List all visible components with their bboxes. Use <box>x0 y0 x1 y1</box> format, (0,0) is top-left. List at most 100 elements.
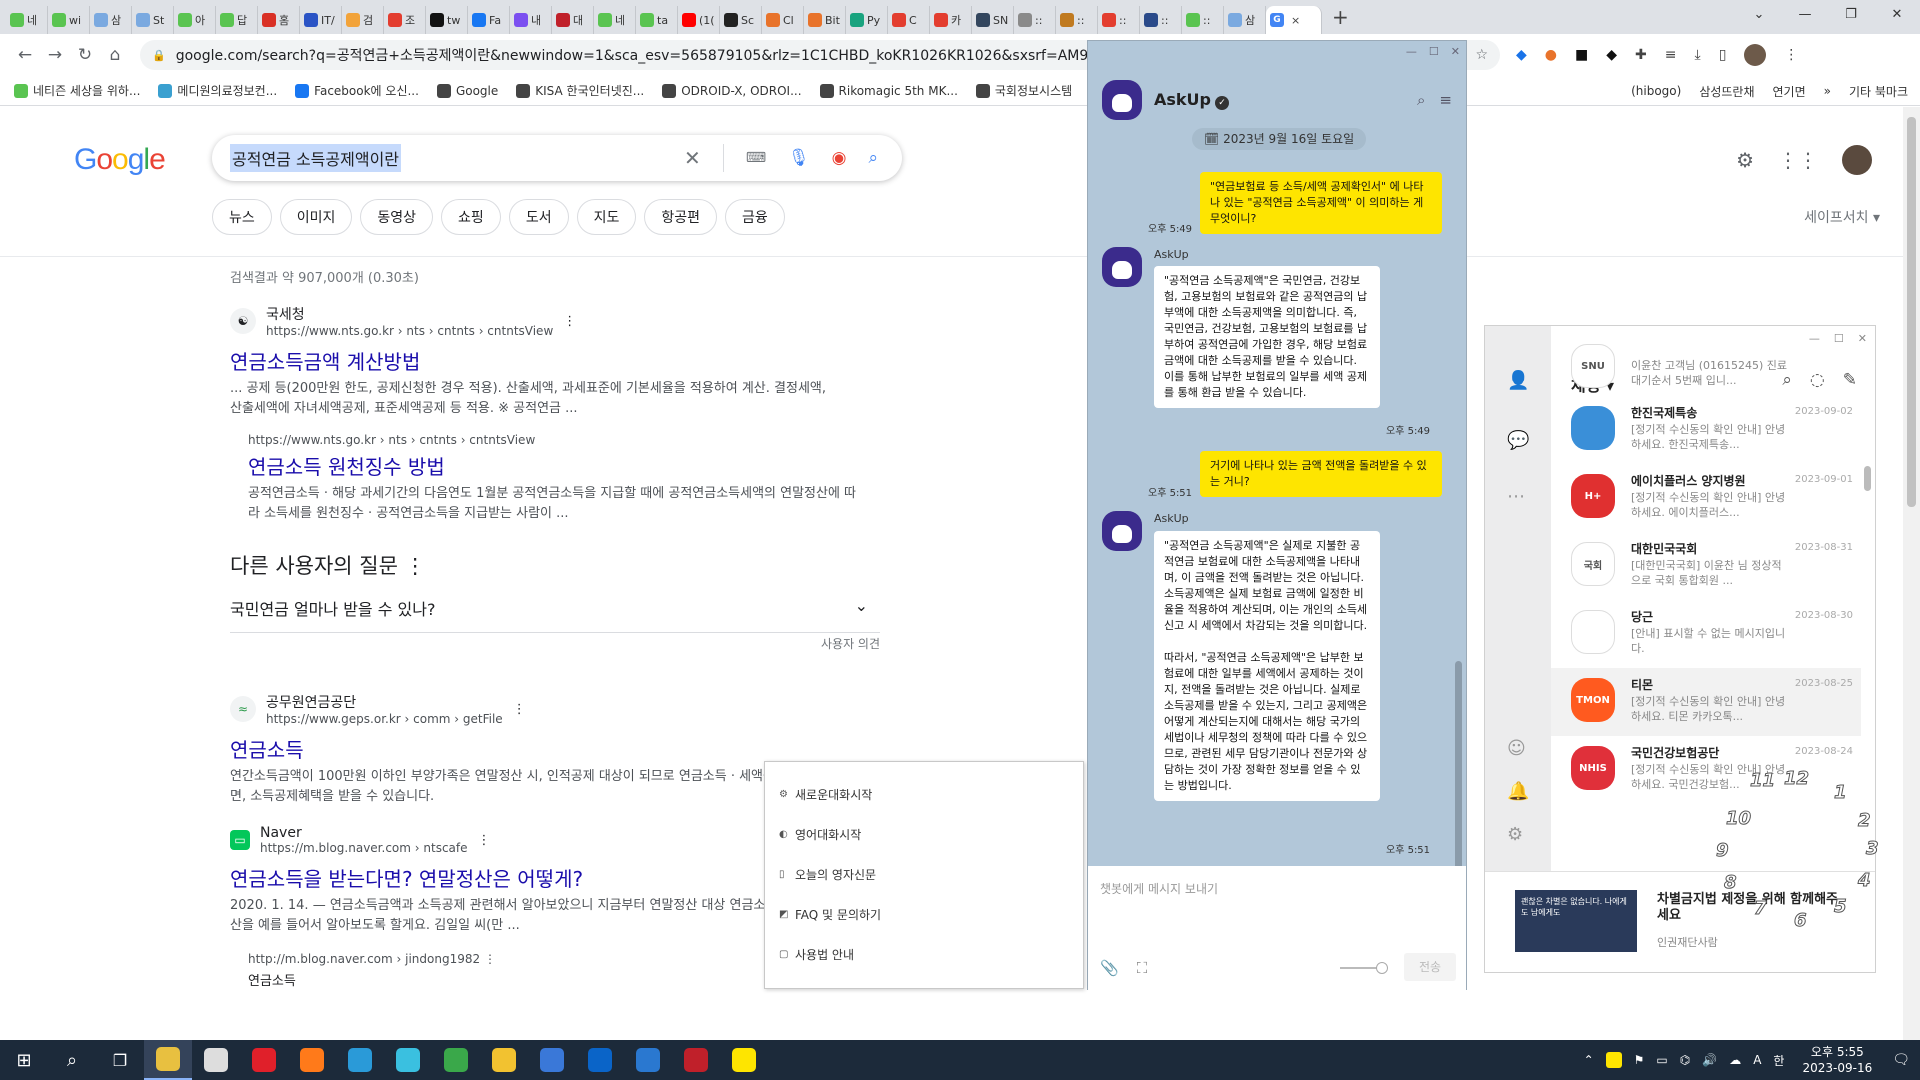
microphone-icon[interactable]: 🎙 <box>788 148 810 168</box>
my-message[interactable]: 거기에 나타나 있는 금액 전액을 돌려받을 수 있는 거니? <box>1200 451 1442 497</box>
menu-icon[interactable]: ≡ <box>1439 91 1452 109</box>
search-icon[interactable]: ⌕ <box>1417 91 1425 109</box>
browser-tab[interactable]: 아 <box>174 6 216 34</box>
taskbar-chrome-icon[interactable] <box>432 1040 480 1080</box>
monitor-icon[interactable]: ▭ <box>1656 1053 1667 1067</box>
menu-kebab-icon[interactable]: ⋮ <box>1784 47 1798 63</box>
language-indicator[interactable]: 한 <box>1773 1052 1784 1069</box>
menu-item[interactable]: ▢ 사용법 안내 <box>765 934 1083 974</box>
bot-message[interactable]: "공적연금 소득공제액"은 국민연금, 건강보험, 고용보험의 보험료와 같은 … <box>1154 266 1380 408</box>
taskbar-mail-icon[interactable] <box>624 1040 672 1080</box>
restore-icon[interactable]: ❐ <box>1828 0 1874 30</box>
taskbar-app-pen-icon[interactable] <box>144 1040 192 1080</box>
menu-item[interactable]: ⚙ 새로운대화시작 <box>765 774 1083 814</box>
new-tab-button[interactable]: + <box>1332 5 1349 29</box>
send-button[interactable]: 전송 <box>1404 953 1456 981</box>
browser-tab[interactable]: IT/ <box>300 6 342 34</box>
browser-tab[interactable]: 내 <box>510 6 552 34</box>
settings-gear-icon[interactable]: ⚙ <box>1507 824 1523 845</box>
capture-icon[interactable]: ⛶ <box>1137 959 1148 977</box>
paa-feedback-link[interactable]: 사용자 의견 <box>230 635 880 652</box>
maximize-icon[interactable]: ☐ <box>1429 45 1439 58</box>
browser-tab[interactable]: Sc <box>720 6 762 34</box>
apps-grid-icon[interactable]: ⋮⋮ <box>1778 148 1818 172</box>
browser-tab[interactable]: ta <box>636 6 678 34</box>
download-icon[interactable]: ⤓ <box>1694 47 1700 63</box>
onedrive-icon[interactable]: ☁ <box>1729 1053 1741 1067</box>
bot-avatar[interactable] <box>1102 511 1142 551</box>
browser-tab[interactable]: 홈 <box>258 6 300 34</box>
reload-icon[interactable]: ↻ <box>70 45 100 65</box>
more-options-icon[interactable]: ⋮ <box>478 833 491 848</box>
taskbar-start-icon[interactable]: ⊞ <box>0 1040 48 1080</box>
page-scrollbar[interactable] <box>1903 107 1920 1040</box>
browser-tab[interactable]: 조 <box>384 6 426 34</box>
kakao-tray-icon[interactable] <box>1605 1052 1622 1068</box>
chat-room-item[interactable]: 한진국제특송 2023-09-02 [정기적 수신동의 확인 안내] 안녕하세요. … <box>1551 396 1861 464</box>
filter-chip[interactable]: 쇼핑 <box>441 199 501 235</box>
browser-tab[interactable]: 삼 <box>90 6 132 34</box>
result-title-link[interactable]: 연금소득 원천징수 방법 <box>248 451 890 480</box>
bookmark-item[interactable]: ODROID-X, ODROI... <box>662 83 802 98</box>
scrollbar-thumb[interactable] <box>1907 117 1916 507</box>
taskbar-explorer-icon[interactable] <box>480 1040 528 1080</box>
chat-room-item[interactable]: SNU 이윤찬 고객님 (01615245) 진료 대기순서 5번째 입니... <box>1551 344 1861 394</box>
extension-drop-icon[interactable]: ◆ <box>1606 47 1617 63</box>
google-logo[interactable]: Google <box>74 143 166 177</box>
tray-app-icon[interactable]: ⚑ <box>1634 1053 1645 1067</box>
filter-chip[interactable]: 지도 <box>576 199 637 235</box>
browser-tab[interactable]: wi <box>48 6 90 34</box>
attach-icon[interactable]: 📎 <box>1100 959 1119 977</box>
profile-avatar[interactable] <box>1744 44 1767 66</box>
lock-icon[interactable]: 🔒 <box>152 49 166 62</box>
search-box[interactable]: 공적연금 소득공제액이란 ✕ ⌨ 🎙 ◉ ⌕ <box>212 135 902 181</box>
bot-avatar[interactable] <box>1102 247 1142 287</box>
chat-room-item[interactable]: 당근 2023-08-30 [안내] 표시할 수 없는 메시지입니다. <box>1551 600 1861 668</box>
opacity-slider[interactable] <box>1340 962 1388 974</box>
notification-bell-icon[interactable]: 🔔 <box>1507 781 1529 802</box>
bot-message[interactable]: "공적연금 소득공제액"은 실제로 지불한 공적연금 보험료에 대한 소득공제액… <box>1154 531 1380 801</box>
side-panel-icon[interactable]: ▯ <box>1719 47 1727 63</box>
clear-icon[interactable]: ✕ <box>684 146 701 170</box>
taskbar-clock-app-icon[interactable] <box>192 1040 240 1080</box>
lens-icon[interactable]: ◉ <box>832 148 847 168</box>
bookmark-item[interactable]: 연기면 <box>1773 83 1806 100</box>
bookmark-star-icon[interactable]: ☆ <box>1475 47 1488 63</box>
browser-tab[interactable]: 네 <box>6 6 48 34</box>
bookmark-item[interactable]: Rikomagic 5th MK... <box>819 83 958 98</box>
chat-room-item[interactable]: NHIS 국민건강보험공단 2023-08-24 [정기적 수신동의 확인 안내] 안… <box>1551 736 1861 804</box>
browser-tab[interactable]: Cl <box>762 6 804 34</box>
more-options-icon[interactable]: ⋮ <box>563 314 576 329</box>
minimize-icon[interactable]: — <box>1809 332 1820 345</box>
extensions-puzzle-icon[interactable]: ✚ <box>1635 47 1647 63</box>
my-message[interactable]: "연금보험료 등 소득/세액 공제확인서" 에 나타나 있는 "공적연금 소득공… <box>1200 172 1442 234</box>
extension-01-icon[interactable]: ■ <box>1575 47 1588 63</box>
browser-tab[interactable]: Fa <box>468 6 510 34</box>
askup-avatar[interactable] <box>1102 80 1142 120</box>
result-title-link[interactable]: 연금소득금액 계산방법 <box>230 346 890 375</box>
result-url[interactable]: https://www.nts.go.kr › nts › cntnts › c… <box>248 433 890 447</box>
more-options-icon[interactable]: ⋮ <box>405 554 426 578</box>
taskbar-bird-app-icon[interactable] <box>384 1040 432 1080</box>
browser-tab-active[interactable]: G × <box>1266 6 1322 34</box>
browser-tab[interactable]: :: <box>1056 6 1098 34</box>
browser-tab[interactable]: 검 <box>342 6 384 34</box>
chat-room-item[interactable]: TMON 티몬 2023-08-25 [정기적 수신동의 확인 안내] 안녕하세요. … <box>1551 668 1861 736</box>
filter-chip[interactable]: 뉴스 <box>212 199 272 235</box>
keyboard-icon[interactable]: ⌨ <box>746 150 766 166</box>
settings-gear-icon[interactable]: ⚙ <box>1736 148 1754 172</box>
more-icon[interactable]: ⋯ <box>1507 486 1525 507</box>
ad-banner[interactable]: 괜찮은 차별은 없습니다. 나에게도 남에게도 차별금지법 제정을 위해 함께해… <box>1485 871 1875 974</box>
chats-icon[interactable]: 💬 <box>1507 430 1529 451</box>
browser-tab[interactable]: 카 <box>930 6 972 34</box>
filter-chip[interactable]: 금융 <box>724 199 785 235</box>
browser-tab[interactable]: C <box>888 6 930 34</box>
notification-icon[interactable]: 🗨 <box>1892 1052 1910 1068</box>
close-tab-icon[interactable]: × <box>1291 14 1300 27</box>
chevron-down-icon[interactable]: ⌄ <box>855 596 868 620</box>
chat-scrollbar[interactable] <box>1455 661 1462 901</box>
network-icon[interactable]: ⌬ <box>1680 1053 1690 1067</box>
browser-tab[interactable]: St <box>132 6 174 34</box>
filter-chip[interactable]: 이미지 <box>279 199 353 235</box>
result-url[interactable]: https://www.geps.or.kr › comm › getFile <box>266 712 503 726</box>
